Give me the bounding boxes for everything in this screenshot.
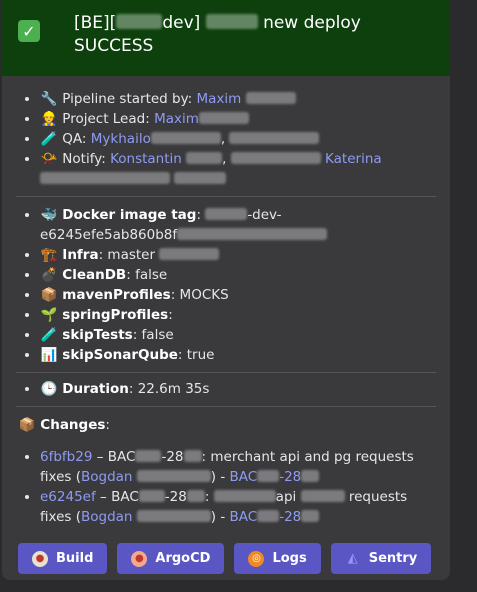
- argocd-icon: ●: [131, 550, 148, 567]
- worker-icon: 👷: [40, 111, 58, 127]
- commit-link[interactable]: 6fbfb29: [40, 449, 92, 465]
- horn-icon: 📯: [40, 151, 58, 167]
- duration-item: 🕒 Duration: 22.6m 35s: [40, 379, 450, 399]
- logs-button[interactable]: ◎ Logs: [234, 543, 321, 574]
- chart-icon: 📊: [40, 347, 58, 363]
- infra-item: 🏗️ Infra: master: [40, 245, 450, 265]
- change-item: e6245ef – BAC-28: api requests fixes (Bo…: [40, 487, 450, 527]
- params-section: 🐳 Docker image tag: -dev- e6245efe5ab860…: [2, 197, 450, 372]
- whale-icon: 🐳: [40, 207, 58, 223]
- jenkins-icon: ●: [32, 550, 48, 567]
- crane-icon: 🏗️: [40, 247, 58, 263]
- docker-tag-item: 🐳 Docker image tag: -dev- e6245efe5ab860…: [40, 205, 450, 245]
- clock-icon: 🕒: [40, 381, 58, 397]
- card-header: ✓ [BE][dev] new deploy SUCCESS: [2, 0, 450, 76]
- notify-link-2[interactable]: Katerina: [325, 151, 382, 167]
- action-buttons: ● Build ● ArgoCD ◎ Logs ◭ Sentry: [2, 527, 450, 574]
- bomb-icon: 💣: [40, 267, 58, 283]
- ticket-link[interactable]: BAC -28: [230, 509, 320, 525]
- argocd-button[interactable]: ● ArgoCD: [117, 543, 225, 574]
- qa-item: 🧪 QA: Mykhailo,: [40, 129, 450, 149]
- check-icon: ✓: [18, 20, 40, 42]
- card-title: [BE][dev] new deploy SUCCESS: [74, 13, 361, 56]
- sonar-item: 📊 skipSonarQube: true: [40, 345, 450, 365]
- changes-list: 6fbfb29 – BAC-28: merchant api and pg re…: [2, 435, 450, 527]
- notify-link-1[interactable]: Konstantin: [110, 151, 182, 167]
- change-item: 6fbfb29 – BAC-28: merchant api and pg re…: [40, 447, 450, 487]
- qa-link[interactable]: Mykhailo: [91, 131, 151, 147]
- project-lead-item: 👷 Project Lead: Maxim: [40, 109, 450, 129]
- duration-section: 🕒 Duration: 22.6m 35s: [2, 373, 450, 406]
- test-tube-icon: 🧪: [40, 327, 58, 343]
- pipeline-user-link[interactable]: Maxim: [196, 91, 241, 107]
- changes-heading: 📦 Changes:: [18, 417, 110, 433]
- build-button[interactable]: ● Build: [18, 543, 108, 574]
- sentry-icon: ◭: [347, 551, 358, 566]
- ticket-link[interactable]: BAC -28: [230, 469, 320, 485]
- project-lead-link[interactable]: Maxim: [154, 111, 199, 127]
- package-icon: 📦: [40, 287, 58, 303]
- sentry-button[interactable]: ◭ Sentry: [330, 543, 432, 574]
- info-section: 🔧 Pipeline started by: Maxim 👷 Project L…: [2, 76, 450, 196]
- deploy-card: ✓ [BE][dev] new deploy SUCCESS 🔧 Pipelin…: [2, 0, 450, 580]
- author-link[interactable]: Bogdan: [81, 469, 133, 485]
- author-link[interactable]: Bogdan: [81, 509, 133, 525]
- skiptests-item: 🧪 skipTests: false: [40, 325, 450, 345]
- commit-link[interactable]: e6245ef: [40, 489, 96, 505]
- package-icon: 📦: [18, 417, 36, 433]
- cleandb-item: 💣 CleanDB: false: [40, 265, 450, 285]
- test-tube-icon: 🧪: [40, 131, 58, 147]
- wrench-icon: 🔧: [40, 91, 58, 107]
- grafana-icon: ◎: [248, 550, 265, 567]
- notify-item: 📯 Notify: Konstantin , Katerina: [40, 149, 450, 189]
- maven-item: 📦 mavenProfiles: MOCKS: [40, 285, 450, 305]
- spring-item: 🌱 springProfiles:: [40, 305, 450, 325]
- seedling-icon: 🌱: [40, 307, 58, 323]
- pipeline-started-item: 🔧 Pipeline started by: Maxim: [40, 89, 450, 109]
